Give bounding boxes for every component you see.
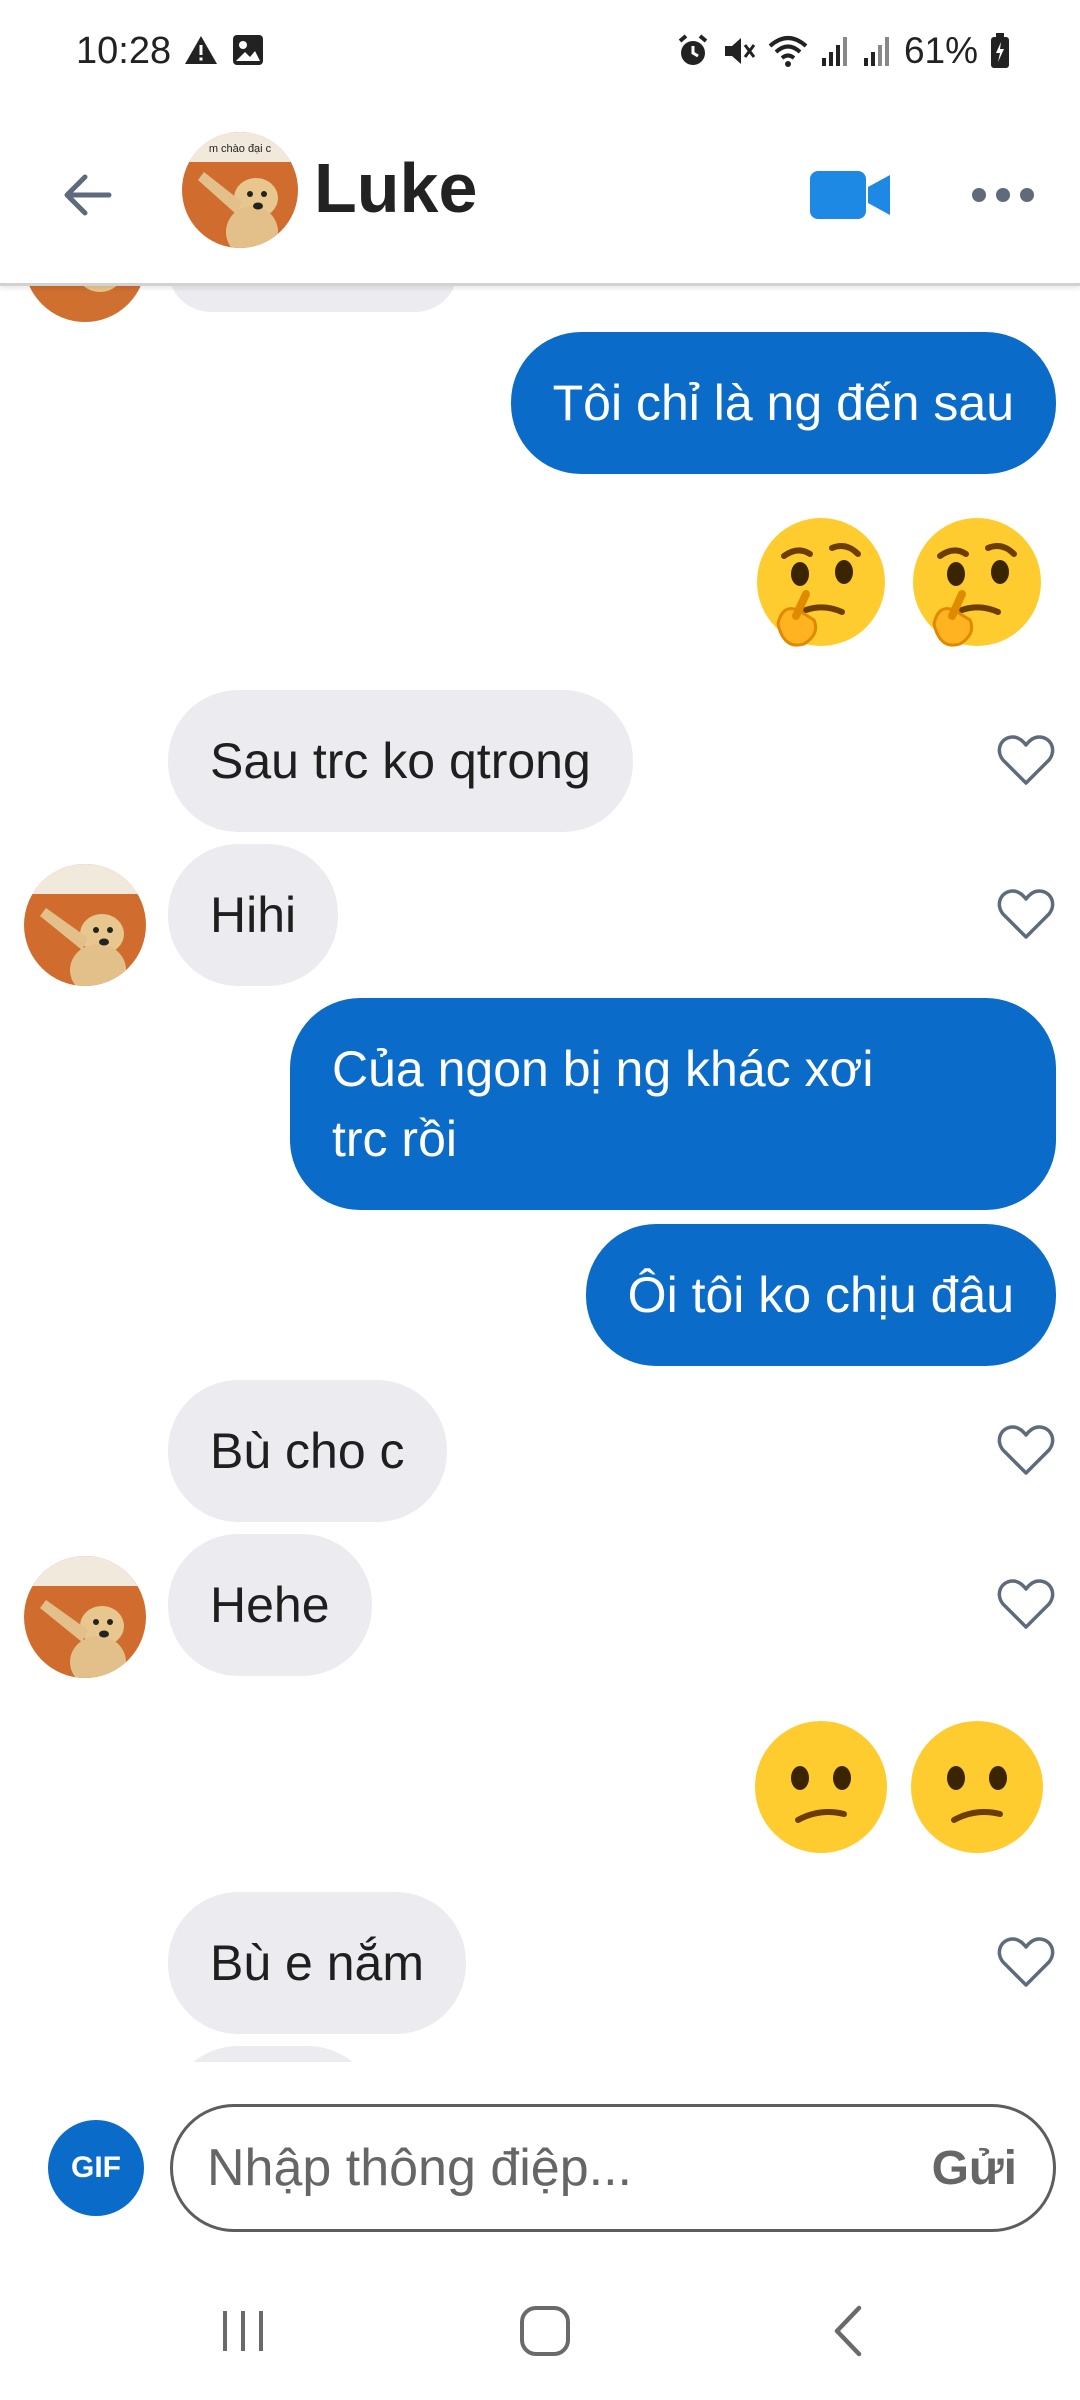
contact-name[interactable]: Luke	[314, 148, 477, 228]
recent-apps-icon	[223, 2311, 263, 2351]
message-bubble-outgoing[interactable]: Ôi tôi ko chịu đâu	[585, 1224, 1056, 1366]
video-call-button[interactable]	[808, 160, 894, 230]
message-field[interactable]: Gửi	[170, 2104, 1056, 2232]
video-call-icon	[810, 171, 890, 219]
home-button[interactable]	[500, 2286, 590, 2376]
battery-percent: 61%	[903, 30, 978, 71]
message-bubble-incoming[interactable]: Hihi	[168, 844, 339, 986]
thinking-face-emoji[interactable]	[748, 512, 894, 658]
heart-icon	[997, 735, 1055, 785]
contact-avatar-small[interactable]	[24, 1556, 146, 1678]
status-bar: 10:28 61%	[0, 0, 1080, 110]
alarm-icon	[676, 34, 710, 68]
message-list[interactable]: Tôi chỉ là ng đến sau Sau trc ko qtrong	[0, 286, 1080, 2062]
confused-face-emoji[interactable]	[748, 1714, 894, 1860]
heart-icon	[997, 1425, 1055, 1475]
more-options-button[interactable]	[964, 160, 1042, 230]
recent-apps-button[interactable]	[198, 2286, 288, 2376]
message-bubble-outgoing[interactable]: Của ngon bị ng khác xơi trc rồi	[290, 998, 1056, 1210]
message-bubble-incoming[interactable]: Bù e nắm	[168, 1892, 467, 2034]
heart-icon	[997, 1579, 1055, 1629]
warning-icon	[184, 34, 218, 66]
send-button[interactable]: Gửi	[932, 2141, 1017, 2196]
chat-header: m chào đại c Luke	[0, 110, 1080, 286]
message-bubble-incoming[interactable]: Bù cho c	[168, 1380, 447, 1522]
status-left-icons	[184, 34, 264, 66]
message-bubble-incoming[interactable]	[168, 286, 458, 312]
message-bubble-incoming[interactable]: Hehe	[168, 1534, 372, 1676]
nav-back-button[interactable]	[804, 2286, 894, 2376]
like-button[interactable]	[996, 1934, 1056, 1990]
status-right: 61%	[676, 30, 1010, 72]
like-button[interactable]	[996, 732, 1056, 788]
wifi-icon	[768, 34, 808, 68]
heart-icon	[997, 1937, 1055, 1987]
signal-icon	[820, 34, 850, 68]
home-icon	[520, 2306, 570, 2356]
confused-face-emoji[interactable]	[904, 1714, 1050, 1860]
like-button[interactable]	[996, 1422, 1056, 1478]
message-line: Của ngon bị ng khác xơi	[332, 1041, 874, 1097]
image-icon	[232, 34, 264, 66]
contact-avatar-small	[24, 286, 146, 322]
heart-icon	[997, 889, 1055, 939]
avatar-caption: m chào đại c	[209, 143, 272, 155]
signal-icon	[862, 34, 892, 68]
message-bubble-incoming[interactable]: Sau trc ko qtrong	[168, 690, 633, 832]
contact-avatar-small[interactable]	[24, 864, 146, 986]
message-bubble-outgoing[interactable]: Tôi chỉ là ng đến sau	[510, 332, 1056, 474]
message-line: trc rồi	[332, 1111, 457, 1167]
like-button[interactable]	[996, 886, 1056, 942]
like-button[interactable]	[996, 1576, 1056, 1632]
message-composer: GIF Gửi	[0, 2080, 1080, 2250]
back-icon	[834, 2305, 862, 2357]
gif-button[interactable]: GIF	[48, 2120, 144, 2216]
back-button[interactable]	[52, 160, 122, 230]
status-time: 10:28	[76, 30, 172, 72]
message-input[interactable]	[207, 2138, 857, 2198]
more-dots-icon	[972, 188, 1034, 202]
mute-icon	[722, 34, 756, 68]
battery-icon	[990, 33, 1010, 69]
contact-avatar[interactable]: m chào đại c	[182, 132, 298, 248]
back-arrow-icon	[64, 174, 112, 216]
thinking-face-emoji[interactable]	[904, 512, 1050, 658]
system-nav-bar	[0, 2260, 1080, 2400]
message-bubble-incoming[interactable]	[168, 2046, 378, 2062]
